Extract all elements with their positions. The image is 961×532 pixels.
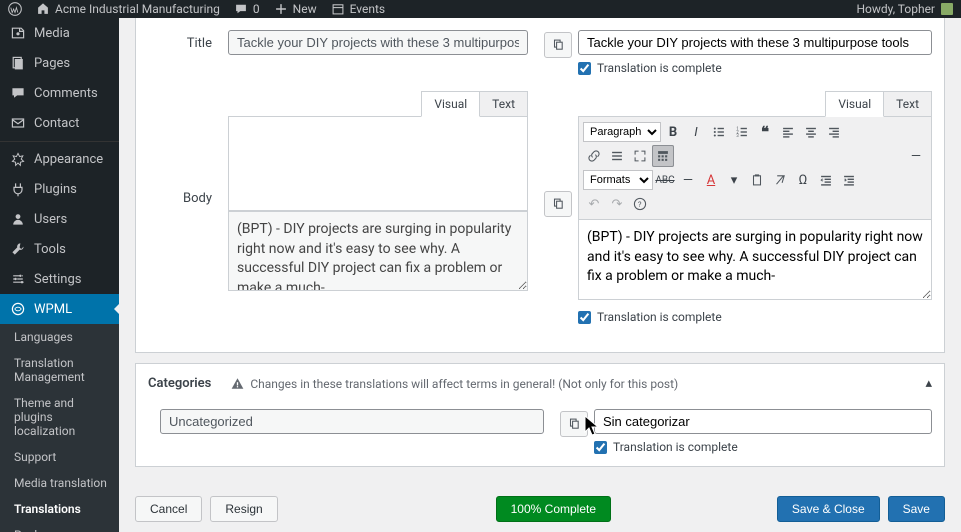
sidebar-item-comments[interactable]: Comments	[0, 78, 119, 108]
cancel-button[interactable]: Cancel	[135, 496, 202, 522]
special-char-button[interactable]: Ω	[792, 169, 814, 191]
outdent-button[interactable]	[815, 169, 837, 191]
svg-text:3: 3	[736, 134, 739, 139]
editor-toolbar: Paragraph B I 123 ❝ —	[578, 117, 932, 220]
submenu-support[interactable]: Support	[0, 444, 119, 470]
hr-button-2[interactable]: —	[677, 169, 699, 191]
comments-bubble[interactable]: 0	[234, 2, 260, 16]
body-target-editor[interactable]: (BPT) - DIY projects are surging in popu…	[578, 220, 932, 300]
submenu-translation-management[interactable]: Translation Management	[0, 350, 119, 390]
events-link[interactable]: Events	[331, 2, 386, 16]
save-button[interactable]: Save	[888, 496, 945, 522]
site-name[interactable]: Acme Industrial Manufacturing	[36, 2, 220, 16]
title-source-input	[228, 30, 528, 55]
categories-warning: Changes in these translations will affec…	[231, 377, 678, 391]
categories-toggle[interactable]: ▴	[925, 376, 932, 391]
textcolor-dropdown[interactable]: ▾	[723, 169, 745, 191]
undo-button[interactable]: ↶	[583, 193, 605, 215]
categories-heading: Categories	[148, 376, 211, 391]
number-list-button[interactable]: 123	[731, 121, 753, 143]
categories-panel: Categories Changes in these translations…	[135, 363, 945, 467]
fullscreen-button[interactable]	[629, 145, 651, 167]
align-left-button[interactable]	[777, 121, 799, 143]
sidebar-item-users[interactable]: Users	[0, 204, 119, 234]
howdy-text[interactable]: Howdy, Topher	[856, 2, 935, 16]
paragraph-select[interactable]: Paragraph	[583, 122, 661, 142]
italic-button[interactable]: I	[685, 121, 707, 143]
link-button[interactable]	[583, 145, 605, 167]
copy-category-button[interactable]	[560, 411, 588, 437]
sidebar-item-media[interactable]: Media	[0, 18, 119, 48]
sidebar-item-appearance[interactable]: Appearance	[0, 141, 119, 174]
sidebar-item-wpml[interactable]: WPML	[0, 294, 119, 324]
submenu-translations[interactable]: Translations	[0, 496, 119, 522]
category-target-input[interactable]	[594, 409, 932, 434]
resign-button[interactable]: Resign	[210, 496, 277, 522]
redo-button[interactable]: ↷	[606, 193, 628, 215]
copy-title-button[interactable]	[544, 32, 572, 58]
translation-footer: Cancel Resign 100% Complete Save & Close…	[119, 488, 961, 532]
wp-logo[interactable]	[8, 2, 22, 16]
target-tab-text[interactable]: Text	[883, 91, 932, 116]
toolbar-toggle-button[interactable]	[652, 145, 674, 167]
category-source-input	[160, 409, 544, 434]
sidebar-item-plugins[interactable]: Plugins	[0, 174, 119, 204]
complete-badge[interactable]: 100% Complete	[496, 496, 611, 522]
new-content[interactable]: New	[274, 2, 317, 16]
warning-icon	[231, 377, 244, 390]
align-center-button[interactable]	[800, 121, 822, 143]
clear-formatting-button[interactable]	[769, 169, 791, 191]
submenu-media-translation[interactable]: Media translation	[0, 470, 119, 496]
hr-button[interactable]: —	[905, 145, 927, 167]
formats-select[interactable]: Formats	[583, 170, 653, 190]
indent-button[interactable]	[838, 169, 860, 191]
readmore-button[interactable]	[606, 145, 628, 167]
body-source-editor: (BPT) - DIY projects are surging in popu…	[228, 211, 528, 291]
wpml-submenu: Languages Translation Management Theme a…	[0, 324, 119, 532]
sidebar-item-settings[interactable]: Settings	[0, 264, 119, 294]
body-complete-check[interactable]: Translation is complete	[578, 310, 932, 324]
bullet-list-button[interactable]	[708, 121, 730, 143]
title-label: Title	[148, 30, 228, 51]
category-complete-check[interactable]: Translation is complete	[594, 440, 932, 454]
quote-button[interactable]: ❝	[754, 121, 776, 143]
title-complete-check[interactable]: Translation is complete	[578, 61, 932, 75]
body-label: Body	[148, 91, 228, 206]
submenu-theme-localization[interactable]: Theme and plugins localization	[0, 390, 119, 444]
avatar[interactable]	[941, 3, 953, 15]
bold-button[interactable]: B	[662, 121, 684, 143]
admin-sidebar: Media Pages Comments Contact Appearance …	[0, 18, 119, 532]
save-close-button[interactable]: Save & Close	[777, 496, 880, 522]
svg-text:?: ?	[638, 200, 642, 209]
help-button[interactable]: ?	[629, 193, 651, 215]
sidebar-item-tools[interactable]: Tools	[0, 234, 119, 264]
source-tab-text[interactable]: Text	[479, 91, 528, 116]
strikethrough-button[interactable]: ABC	[654, 169, 676, 191]
textcolor-button[interactable]: A	[700, 169, 722, 191]
source-editor-spacer	[228, 117, 528, 211]
copy-body-button[interactable]	[544, 191, 572, 217]
paste-button[interactable]	[746, 169, 768, 191]
target-tab-visual[interactable]: Visual	[825, 91, 884, 117]
sidebar-item-contact[interactable]: Contact	[0, 108, 119, 138]
align-right-button[interactable]	[823, 121, 845, 143]
source-tab-visual[interactable]: Visual	[421, 91, 480, 117]
submenu-languages[interactable]: Languages	[0, 324, 119, 350]
sidebar-item-pages[interactable]: Pages	[0, 48, 119, 78]
submenu-packages[interactable]: Packages	[0, 522, 119, 532]
title-target-input[interactable]	[578, 30, 932, 55]
